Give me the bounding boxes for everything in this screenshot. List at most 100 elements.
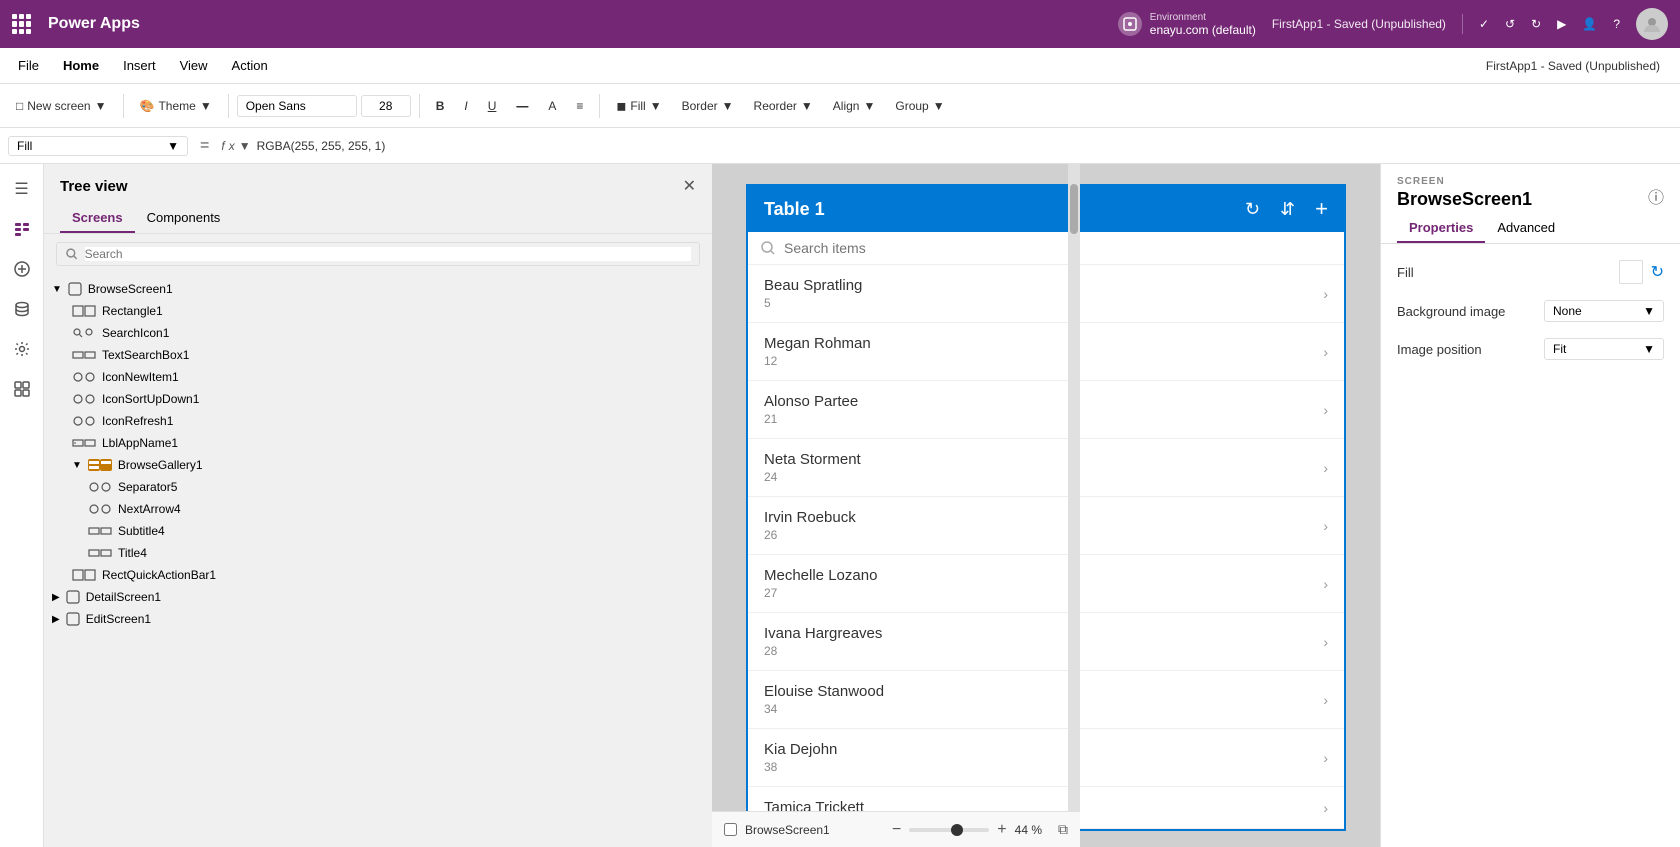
list-item-3[interactable]: Neta Storment 24 › <box>748 439 1344 497</box>
fill-button[interactable]: ◼ Fill ▼ <box>608 95 669 117</box>
new-screen-button[interactable]: □ New screen ▼ <box>8 95 115 117</box>
tree-item-subtitle4[interactable]: Subtitle4 <box>44 520 712 542</box>
tab-screens[interactable]: Screens <box>60 204 135 233</box>
zoom-minus-button[interactable]: − <box>892 821 901 839</box>
undo-icon[interactable]: ↺ <box>1505 17 1515 31</box>
tree-item-textsearchbox1[interactable]: TextSearchBox1 <box>44 344 712 366</box>
gallery-icon-2 <box>100 459 112 471</box>
save-status: FirstApp1 - Saved (Unpublished) <box>1272 17 1446 31</box>
sidebar-settings-icon[interactable] <box>5 332 39 366</box>
tree-items: ▼ BrowseScreen1 Rectangle1 SearchIcon1 T… <box>44 274 712 847</box>
bottom-bar: BrowseScreen1 − + 44 % ⧉ <box>712 811 1080 847</box>
menu-insert[interactable]: Insert <box>113 54 166 77</box>
prop-fill-row: Fill ↻ <box>1397 260 1664 284</box>
environment-icon <box>1118 12 1142 36</box>
formula-input[interactable] <box>257 139 1672 153</box>
sidebar-menu-icon[interactable]: ☰ <box>5 172 39 206</box>
tab-properties[interactable]: Properties <box>1397 214 1485 243</box>
screen-search-input[interactable] <box>784 240 1332 256</box>
fullscreen-icon[interactable]: ⧉ <box>1058 821 1068 838</box>
list-item-5[interactable]: Mechelle Lozano 27 › <box>748 555 1344 613</box>
sidebar-treeview-icon[interactable] <box>5 212 39 246</box>
underline-button[interactable]: U <box>480 95 505 117</box>
tab-advanced[interactable]: Advanced <box>1485 214 1567 243</box>
edit-screen-icon <box>66 612 80 626</box>
strikethrough-button[interactable]: — <box>508 95 536 117</box>
tree-item-iconrefresh1[interactable]: IconRefresh1 <box>44 410 712 432</box>
sidebar-icons: ☰ <box>0 164 44 847</box>
font-input[interactable] <box>237 95 357 117</box>
zoom-slider[interactable] <box>909 828 989 832</box>
tree-panel: Tree view ✕ Screens Components ▼ BrowseS… <box>44 164 712 847</box>
tree-item-detailscreen1[interactable]: ▶ DetailScreen1 <box>44 586 712 608</box>
zoom-plus-button[interactable]: + <box>997 821 1006 839</box>
tree-item-lblappname1[interactable]: LblAppName1 <box>44 432 712 454</box>
tree-item-editscreen1[interactable]: ▶ EditScreen1 <box>44 608 712 630</box>
user-avatar[interactable] <box>1636 8 1668 40</box>
apps-grid-icon[interactable] <box>12 14 32 34</box>
tree-item-nextarrow4[interactable]: NextArrow4 <box>44 498 712 520</box>
fill-refresh-icon[interactable]: ↻ <box>1651 262 1664 282</box>
img-pos-select[interactable]: Fit ▼ <box>1544 338 1664 360</box>
screen-checkbox[interactable] <box>724 823 737 836</box>
tree-close-button[interactable]: ✕ <box>683 176 696 196</box>
sidebar-data-icon[interactable] <box>5 292 39 326</box>
menu-home[interactable]: Home <box>53 54 109 77</box>
redo-icon[interactable]: ↻ <box>1531 17 1541 31</box>
right-panel-info-icon[interactable]: ⓘ <box>1648 184 1664 208</box>
tab-components[interactable]: Components <box>135 204 233 233</box>
group-button[interactable]: Group ▼ <box>887 95 952 117</box>
tree-item-browsescreen1[interactable]: ▼ BrowseScreen1 <box>44 278 712 300</box>
right-panel-tabs: Properties Advanced <box>1381 214 1680 244</box>
bold-button[interactable]: B <box>428 95 453 117</box>
list-item-1[interactable]: Megan Rohman 12 › <box>748 323 1344 381</box>
align-button[interactable]: Align ▼ <box>825 95 884 117</box>
reorder-button[interactable]: Reorder ▼ <box>746 95 821 117</box>
new-screen-label: New screen <box>27 99 90 113</box>
sidebar-components-icon[interactable] <box>5 372 39 406</box>
tree-search-input[interactable] <box>85 247 691 261</box>
add-header-icon[interactable]: + <box>1315 196 1328 222</box>
list-item-7[interactable]: Elouise Stanwood 34 › <box>748 671 1344 729</box>
tree-item-rectangle1[interactable]: Rectangle1 <box>44 300 712 322</box>
help-icon[interactable]: ? <box>1613 17 1620 31</box>
play-icon[interactable]: ▶ <box>1557 17 1566 31</box>
refresh-header-icon[interactable]: ↻ <box>1245 199 1260 220</box>
font-color-button[interactable]: A <box>540 95 564 117</box>
tree-item-separator5[interactable]: Separator5 <box>44 476 712 498</box>
list-item-4[interactable]: Irvin Roebuck 26 › <box>748 497 1344 555</box>
iconnewitem1-label: IconNewItem1 <box>102 370 179 384</box>
fill-color-swatch[interactable] <box>1619 260 1643 284</box>
canvas-scrollbar[interactable] <box>1068 164 1080 811</box>
tree-item-rectquickactionbar1[interactable]: RectQuickActionBar1 <box>44 564 712 586</box>
property-selector[interactable]: Fill ▼ <box>8 136 188 156</box>
tree-item-searchicon1[interactable]: SearchIcon1 <box>44 322 712 344</box>
font-size-input[interactable] <box>361 95 411 117</box>
menu-view[interactable]: View <box>170 54 218 77</box>
person-icon[interactable]: 👤 <box>1582 17 1597 31</box>
tree-item-iconnewitem1[interactable]: IconNewItem1 <box>44 366 712 388</box>
menu-action[interactable]: Action <box>222 54 278 77</box>
zoom-slider-thumb[interactable] <box>951 824 963 836</box>
list-item-2[interactable]: Alonso Partee 21 › <box>748 381 1344 439</box>
list-item-6[interactable]: Ivana Hargreaves 28 › <box>748 613 1344 671</box>
check-icon[interactable]: ✓ <box>1479 17 1489 31</box>
sidebar-add-icon[interactable] <box>5 252 39 286</box>
screen-preview[interactable]: Table 1 ↻ ⇵ + Beau Spratling 5 <box>746 184 1346 831</box>
list-item-0[interactable]: Beau Spratling 5 › <box>748 265 1344 323</box>
tree-item-iconsortupdown1[interactable]: IconSortUpDown1 <box>44 388 712 410</box>
menu-file[interactable]: File <box>8 54 49 77</box>
canvas-scrollbar-thumb[interactable] <box>1070 184 1078 234</box>
align-text-button[interactable]: ≡ <box>568 95 591 117</box>
bg-image-select[interactable]: None ▼ <box>1544 300 1664 322</box>
tree-item-title4[interactable]: Title4 <box>44 542 712 564</box>
list-item-text-4: Irvin Roebuck 26 <box>764 509 1323 542</box>
border-button[interactable]: Border ▼ <box>674 95 742 117</box>
tree-item-browsegallery1[interactable]: ▼ BrowseGallery1 <box>44 454 712 476</box>
theme-button[interactable]: 🎨 Theme ▼ <box>132 95 220 117</box>
list-item-text-6: Ivana Hargreaves 28 <box>764 625 1323 658</box>
sort-header-icon[interactable]: ⇵ <box>1280 199 1295 220</box>
list-item-8[interactable]: Kia Dejohn 38 › <box>748 729 1344 787</box>
toolbar-sep-2 <box>228 94 229 118</box>
italic-button[interactable]: I <box>456 95 475 117</box>
